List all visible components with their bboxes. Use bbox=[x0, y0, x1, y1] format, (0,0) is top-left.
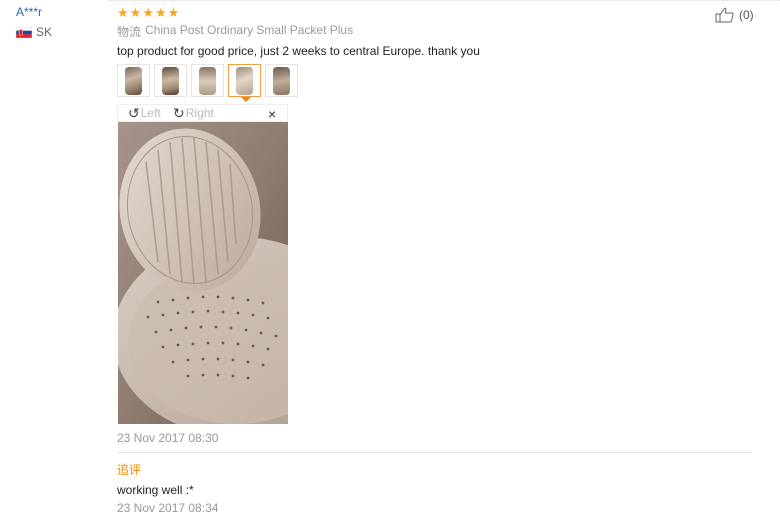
close-viewer-icon[interactable]: × bbox=[268, 106, 276, 122]
rotate-right-icon: ↻ bbox=[173, 105, 185, 121]
divider bbox=[117, 452, 752, 453]
star-icon: ★ bbox=[154, 5, 167, 20]
star-icon: ★ bbox=[129, 5, 142, 20]
logistics-value: China Post Ordinary Small Packet Plus bbox=[145, 23, 354, 37]
additional-feedback-text: working well :* bbox=[117, 483, 194, 497]
star-icon: ★ bbox=[142, 5, 154, 20]
photo-thumbnail-active[interactable] bbox=[228, 64, 261, 102]
photo-thumbnail[interactable] bbox=[117, 64, 150, 97]
reviewer-country: SK bbox=[16, 25, 106, 39]
helpful-count: (0) bbox=[739, 8, 754, 22]
top-separator bbox=[108, 0, 780, 1]
rotate-left-button[interactable]: ↺ Left bbox=[128, 106, 161, 120]
feedback-text: top product for good price, just 2 weeks… bbox=[117, 44, 480, 58]
star-icon: ★ bbox=[117, 5, 129, 20]
image-viewer-toolbar: ↺ Left ↻ Right × bbox=[117, 104, 288, 122]
helpful-button[interactable]: (0) bbox=[715, 7, 754, 23]
additional-feedback-label: 追评 bbox=[117, 463, 142, 477]
additional-feedback-date: 23 Nov 2017 08:34 bbox=[117, 501, 219, 515]
logistics-label: 物流 bbox=[117, 25, 142, 39]
slovakia-flag-icon bbox=[16, 26, 32, 38]
star-rating: ★ ★ ★ ★ ★ bbox=[117, 6, 757, 20]
thumbs-up-icon bbox=[715, 7, 734, 23]
rotate-left-label: Left bbox=[140, 106, 161, 120]
rotate-right-button[interactable]: ↻ Right bbox=[173, 106, 214, 120]
rotate-left-icon: ↺ bbox=[128, 105, 140, 121]
reviewer-info: A***r SK bbox=[16, 5, 106, 39]
country-code: SK bbox=[36, 25, 53, 39]
review-body: ★ ★ ★ ★ ★ 物流 China Post Ordinary Small P… bbox=[117, 6, 757, 59]
photo-thumbnail[interactable] bbox=[154, 64, 187, 97]
photo-thumbnails bbox=[117, 64, 298, 102]
logistics-info: 物流 China Post Ordinary Small Packet Plus bbox=[117, 23, 757, 40]
star-icon: ★ bbox=[167, 5, 180, 20]
photo-thumbnail[interactable] bbox=[265, 64, 298, 97]
photo-thumbnail[interactable] bbox=[191, 64, 224, 97]
review-photo bbox=[118, 122, 288, 424]
reviewer-name[interactable]: A***r bbox=[16, 5, 106, 19]
rotate-right-label: Right bbox=[185, 106, 214, 120]
review-photo-image bbox=[118, 122, 288, 424]
review-date: 23 Nov 2017 08:30 bbox=[117, 431, 219, 445]
